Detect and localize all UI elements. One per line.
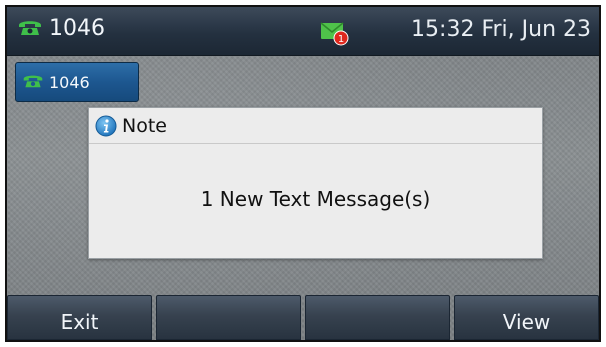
dialog-header: Note [89, 108, 542, 144]
softkey-bar: Exit View [7, 295, 599, 340]
status-datetime: 15:32 Fri, Jun 23 [411, 17, 591, 42]
line-key-1046[interactable]: 1046 [15, 62, 139, 102]
message-badge: 1 [338, 34, 344, 45]
status-line: 1046 [17, 17, 105, 41]
phone-screen: 1046 1 15:32 Fri, Jun 23 1046 Note 1 New… [5, 5, 601, 342]
softkey-3[interactable] [305, 295, 450, 340]
status-bar: 1046 1 15:32 Fri, Jun 23 [7, 7, 599, 56]
softkey-2[interactable] [156, 295, 301, 340]
note-dialog: Note 1 New Text Message(s) [88, 107, 543, 259]
status-line-label: 1046 [49, 16, 105, 41]
info-icon [95, 115, 117, 137]
exit-softkey[interactable]: Exit [7, 295, 152, 340]
line-key-label: 1046 [49, 72, 90, 92]
new-message-icon: 1 [320, 20, 350, 46]
phone-icon [17, 17, 43, 41]
dialog-message: 1 New Text Message(s) [200, 187, 431, 211]
dialog-title: Note [122, 114, 167, 137]
phone-icon [22, 72, 44, 93]
view-softkey[interactable]: View [454, 295, 599, 340]
